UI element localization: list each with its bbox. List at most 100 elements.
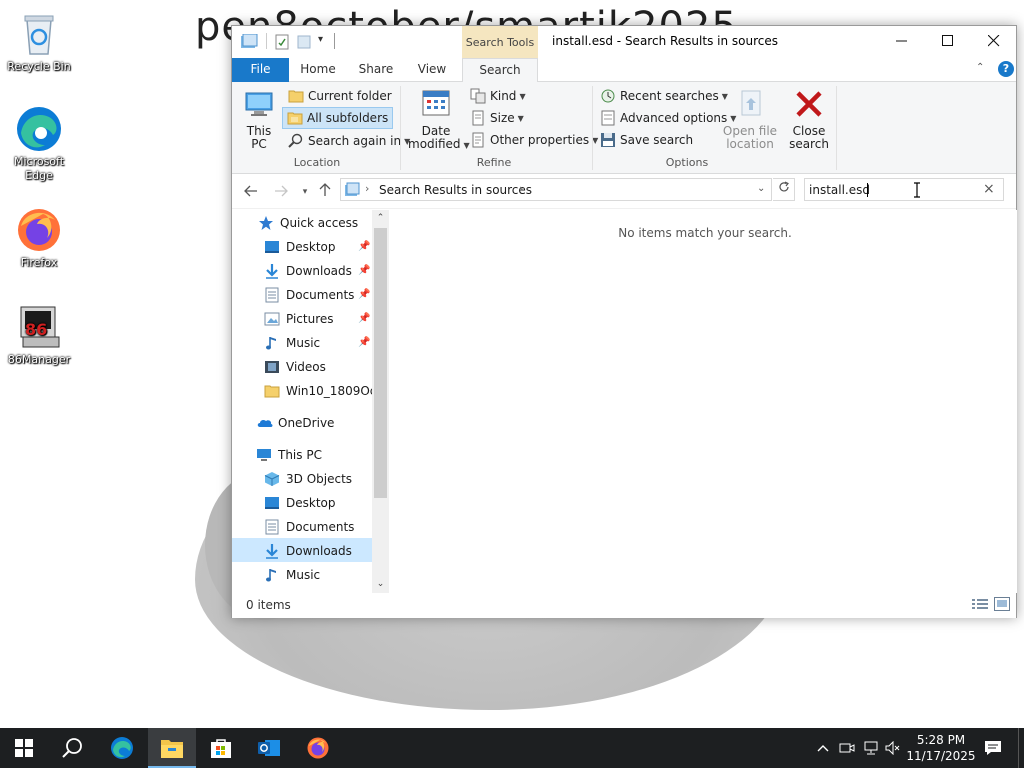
- document-icon: [264, 519, 280, 535]
- advanced-options-button[interactable]: Advanced options ▼: [598, 108, 738, 128]
- desktop-icon-recycle-bin[interactable]: Recycle Bin: [2, 10, 76, 74]
- close-search-button[interactable]: Close search: [786, 88, 832, 151]
- all-subfolders-button[interactable]: All subfolders: [282, 107, 394, 129]
- document-icon: [264, 287, 280, 303]
- nav-label: OneDrive: [278, 416, 335, 430]
- open-file-location-button[interactable]: Open file location: [722, 88, 778, 151]
- clock-date: 11/17/2025: [906, 749, 976, 763]
- volume-muted-icon[interactable]: [884, 728, 902, 768]
- scroll-up-icon[interactable]: ⌃: [372, 210, 389, 227]
- minimize-button[interactable]: [879, 26, 925, 56]
- desktop-icon-86manager[interactable]: 86 86Manager: [2, 303, 76, 367]
- clear-search-icon[interactable]: ×: [983, 181, 995, 197]
- qat-customize-icon[interactable]: ▾: [318, 34, 323, 50]
- taskbar-firefox[interactable]: [294, 728, 342, 768]
- ribbon-collapse-icon[interactable]: ⌃: [976, 62, 984, 73]
- pin-icon[interactable]: 📌: [358, 313, 370, 324]
- advanced-options-label: Advanced options: [620, 111, 728, 125]
- search-button[interactable]: [48, 728, 96, 768]
- nav-qa-desktop[interactable]: Desktop: [264, 235, 336, 259]
- search-again-in-button[interactable]: Search again in ▼: [284, 131, 414, 151]
- kind-button[interactable]: Kind ▼: [468, 86, 528, 106]
- search-input[interactable]: install.esd: [809, 183, 870, 197]
- other-properties-button[interactable]: Other properties ▼: [468, 130, 600, 150]
- pin-icon[interactable]: 📌: [358, 337, 370, 348]
- taskbar-edge[interactable]: [98, 728, 146, 768]
- address-dropdown-icon[interactable]: ⌄: [757, 183, 765, 194]
- nav-qa-videos[interactable]: Videos: [264, 355, 326, 379]
- nav-this-pc[interactable]: This PC: [256, 443, 322, 467]
- breadcrumb-chevron-icon[interactable]: ›: [519, 182, 523, 195]
- breadcrumb-search-results[interactable]: Search Results in sources: [379, 183, 532, 197]
- current-folder-button[interactable]: Current folder: [284, 86, 396, 106]
- this-pc-label: This PC: [246, 124, 272, 151]
- nav-pc-documents[interactable]: Documents: [264, 515, 354, 539]
- start-button[interactable]: [0, 728, 48, 768]
- nav-pc-music[interactable]: Music: [264, 563, 320, 587]
- nav-scrollbar[interactable]: ⌃ ⌄: [372, 210, 389, 593]
- calendar-icon: [422, 90, 450, 116]
- other-properties-label: Other properties: [490, 133, 590, 147]
- size-button[interactable]: Size ▼: [468, 108, 526, 128]
- desktop-icon-edge[interactable]: Microsoft Edge: [2, 105, 76, 183]
- nav-pc-desktop[interactable]: Desktop: [264, 491, 336, 515]
- scroll-down-icon[interactable]: ⌄: [372, 576, 389, 593]
- help-icon[interactable]: ?: [998, 61, 1014, 77]
- taskbar-file-explorer[interactable]: [148, 728, 196, 768]
- date-modified-button[interactable]: Date modified ▼: [408, 88, 470, 152]
- nav-pc-downloads[interactable]: Downloads: [264, 539, 352, 563]
- large-icons-view-icon[interactable]: [994, 597, 1010, 614]
- tab-home[interactable]: Home: [294, 58, 342, 82]
- up-button[interactable]: [314, 181, 336, 203]
- pin-icon[interactable]: 📌: [358, 289, 370, 300]
- nav-qa-downloads[interactable]: Downloads: [264, 259, 352, 283]
- tab-view[interactable]: View: [408, 58, 456, 82]
- maximize-button[interactable]: [925, 26, 971, 56]
- store-icon: [211, 739, 231, 758]
- properties-list-icon: [470, 132, 486, 148]
- new-folder-icon[interactable]: [296, 34, 312, 50]
- file-list[interactable]: No items match your search.: [389, 210, 1017, 593]
- taskbar-store[interactable]: [197, 728, 245, 768]
- search-again-icon: [288, 133, 304, 149]
- network-icon[interactable]: [860, 728, 882, 768]
- nav-label: This PC: [278, 448, 322, 462]
- nav-qa-music[interactable]: Music: [264, 331, 320, 355]
- address-bar[interactable]: › Search Results in sources › ⌄: [340, 178, 772, 201]
- details-view-icon[interactable]: [972, 598, 988, 613]
- search-tools-context-tab: Search Tools: [462, 26, 538, 58]
- pin-icon[interactable]: 📌: [358, 241, 370, 252]
- nav-quick-access[interactable]: Quick access: [258, 211, 358, 235]
- notifications-icon[interactable]: [980, 728, 1006, 768]
- taskbar-outlook[interactable]: [245, 728, 293, 768]
- close-button[interactable]: [971, 26, 1017, 56]
- refresh-button[interactable]: [773, 178, 795, 201]
- scroll-thumb[interactable]: [374, 228, 387, 498]
- forward-button[interactable]: [270, 181, 292, 203]
- show-desktop-button[interactable]: [1018, 728, 1024, 768]
- back-button[interactable]: [240, 181, 262, 203]
- tray-overflow-icon[interactable]: [812, 728, 834, 768]
- search-box[interactable]: install.esd ×: [804, 178, 1004, 201]
- meet-now-icon[interactable]: [836, 728, 858, 768]
- save-search-button[interactable]: Save search: [598, 130, 695, 150]
- nav-qa-pictures[interactable]: Pictures: [264, 307, 334, 331]
- pin-icon[interactable]: 📌: [358, 265, 370, 276]
- nav-qa-win10-folder[interactable]: Win10_1809Oct_: [264, 379, 387, 403]
- recent-searches-button[interactable]: Recent searches ▼: [598, 86, 730, 106]
- desktop-icon-firefox[interactable]: Firefox: [2, 206, 76, 270]
- title-bar[interactable]: ▾ Search Tools install.esd - Search Resu…: [232, 26, 1016, 58]
- nav-qa-documents[interactable]: Documents: [264, 283, 354, 307]
- tab-search[interactable]: Search: [462, 58, 538, 83]
- recent-locations-button[interactable]: ▾: [294, 181, 316, 203]
- nav-onedrive[interactable]: OneDrive: [256, 411, 334, 435]
- this-pc-button[interactable]: This PC: [242, 88, 276, 151]
- taskbar-clock[interactable]: 5:28 PM 11/17/2025: [902, 732, 980, 764]
- tab-file[interactable]: File: [232, 58, 289, 82]
- properties-icon[interactable]: [274, 34, 290, 50]
- download-arrow-icon: [264, 543, 280, 559]
- edge-icon: [15, 105, 63, 153]
- tab-share[interactable]: Share: [352, 58, 400, 82]
- explorer-app-icon[interactable]: [240, 33, 258, 50]
- nav-pc-3d-objects[interactable]: 3D Objects: [264, 467, 352, 491]
